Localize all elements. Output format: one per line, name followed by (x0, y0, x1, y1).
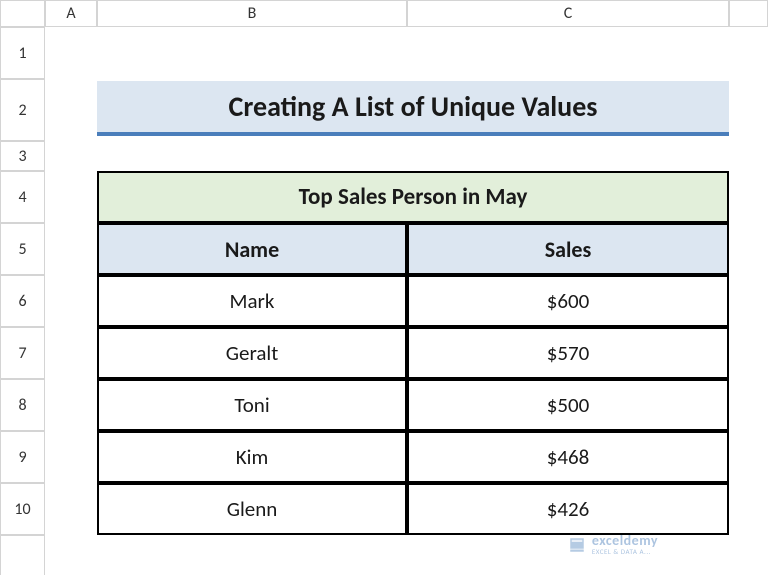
col-header-blank[interactable] (729, 0, 768, 27)
cell-d8[interactable] (729, 379, 768, 431)
spreadsheet-grid: A B C 1 2 Creating A List of Unique Valu… (0, 0, 768, 575)
col-header-b[interactable]: B (97, 0, 407, 27)
row-header-7[interactable]: 7 (0, 327, 45, 379)
cell-a3[interactable] (45, 141, 97, 171)
row-header-6[interactable]: 6 (0, 275, 45, 327)
row-header-4[interactable]: 4 (0, 171, 45, 223)
table-row[interactable]: Mark (97, 275, 407, 327)
cell-d10[interactable] (729, 483, 768, 535)
table-row[interactable]: Toni (97, 379, 407, 431)
cell-a4[interactable] (45, 171, 97, 223)
cell-a11[interactable] (45, 535, 97, 575)
table-row[interactable]: $600 (407, 275, 729, 327)
cell-d4[interactable] (729, 171, 768, 223)
row-header-10[interactable]: 10 (0, 483, 45, 535)
watermark-sub: EXCEL & DATA A... (592, 548, 658, 555)
row-header-8[interactable]: 8 (0, 379, 45, 431)
cell-d6[interactable] (729, 275, 768, 327)
cell-b11[interactable] (97, 535, 407, 575)
select-all-corner[interactable] (0, 0, 45, 27)
col-header-a[interactable]: A (45, 0, 97, 27)
watermark-icon (568, 536, 586, 554)
column-header-name[interactable]: Name (97, 223, 407, 275)
table-row[interactable]: $500 (407, 379, 729, 431)
cell-d5[interactable] (729, 223, 768, 275)
cell-a1[interactable] (45, 27, 97, 79)
title-cell[interactable]: Creating A List of Unique Values (97, 81, 729, 136)
cell-a6[interactable] (45, 275, 97, 327)
watermark: exceldemy EXCEL & DATA A... (568, 534, 658, 555)
row-header-1[interactable]: 1 (0, 27, 45, 79)
watermark-text: exceldemy EXCEL & DATA A... (592, 534, 658, 555)
cell-d7[interactable] (729, 327, 768, 379)
cell-b1[interactable] (97, 27, 407, 79)
row-header-2[interactable]: 2 (0, 79, 45, 141)
table-row[interactable]: $426 (407, 483, 729, 535)
cell-d1[interactable] (729, 27, 768, 79)
cell-c1[interactable] (407, 27, 729, 79)
table-row[interactable]: $468 (407, 431, 729, 483)
cell-c3[interactable] (407, 141, 729, 171)
table-row[interactable]: Kim (97, 431, 407, 483)
cell-a2[interactable] (45, 79, 97, 141)
col-header-c[interactable]: C (407, 0, 729, 27)
cell-a10[interactable] (45, 483, 97, 535)
row-header-5[interactable]: 5 (0, 223, 45, 275)
table-row[interactable]: Geralt (97, 327, 407, 379)
table-header[interactable]: Top Sales Person in May (97, 171, 729, 223)
column-header-sales[interactable]: Sales (407, 223, 729, 275)
cell-a9[interactable] (45, 431, 97, 483)
cell-a8[interactable] (45, 379, 97, 431)
table-row[interactable]: $570 (407, 327, 729, 379)
cell-a7[interactable] (45, 327, 97, 379)
cell-d9[interactable] (729, 431, 768, 483)
row-header-3[interactable]: 3 (0, 141, 45, 171)
cell-d2[interactable] (729, 79, 768, 141)
row-header-9[interactable]: 9 (0, 431, 45, 483)
cell-b3[interactable] (97, 141, 407, 171)
row-header-11[interactable] (0, 535, 45, 575)
table-row[interactable]: Glenn (97, 483, 407, 535)
watermark-main: exceldemy (592, 534, 658, 548)
cell-d3[interactable] (729, 141, 768, 171)
cell-d11[interactable] (729, 535, 768, 575)
cell-a5[interactable] (45, 223, 97, 275)
